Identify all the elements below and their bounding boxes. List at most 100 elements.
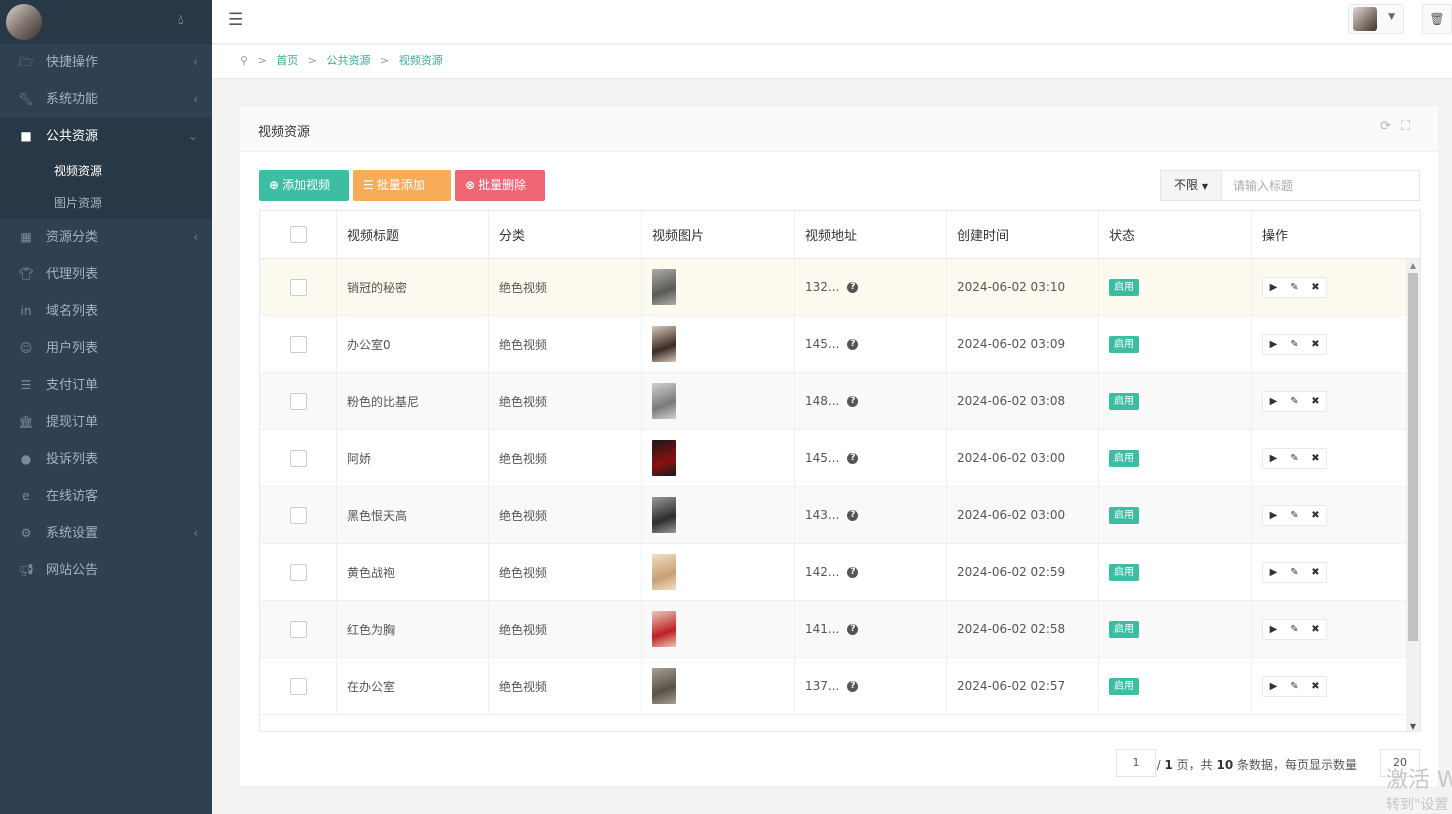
column-header[interactable]: 创建时间 [947, 211, 1099, 258]
delete-icon[interactable]: ✖ [1305, 449, 1326, 468]
edit-icon[interactable]: ✎ [1284, 335, 1305, 354]
row-checkbox[interactable] [289, 392, 307, 410]
row-checkbox[interactable] [289, 278, 307, 296]
sidebar-subitem[interactable]: 图片资源 [0, 187, 212, 219]
play-icon[interactable]: ▶ [1263, 335, 1284, 354]
batch-delete-button[interactable]: ⊗ 批量删除 [455, 170, 545, 201]
play-icon[interactable]: ▶ [1263, 620, 1284, 639]
sidebar-item[interactable]: 👕︎ 代理列表 [0, 256, 212, 293]
row-checkbox[interactable] [289, 449, 307, 467]
column-header[interactable]: 操作 [1252, 211, 1406, 258]
video-thumbnail[interactable] [652, 269, 676, 305]
video-thumbnail[interactable] [652, 440, 676, 476]
table-row[interactable]: 办公室0 绝色视频 145...? 2024-06-02 03:09 启用 ▶ … [260, 316, 1420, 373]
delete-icon[interactable]: ✖ [1305, 620, 1326, 639]
sidebar-subitem[interactable]: 视频资源 [0, 155, 212, 187]
play-icon[interactable]: ▶ [1263, 506, 1284, 525]
video-thumbnail[interactable] [652, 497, 676, 533]
breadcrumb-public-resources[interactable]: 公共资源 [327, 54, 371, 67]
question-circle-icon[interactable]: ? [847, 395, 859, 407]
scroll-down-icon[interactable]: ▼ [1406, 722, 1420, 731]
question-circle-icon[interactable]: ? [847, 281, 859, 293]
batch-add-button[interactable]: ☰ 批量添加 [353, 170, 451, 201]
play-icon[interactable]: ▶ [1263, 677, 1284, 696]
user-avatar[interactable] [6, 4, 42, 40]
table-row[interactable]: 黑色恨天高 绝色视频 143...? 2024-06-02 03:00 启用 ▶… [260, 487, 1420, 544]
delete-icon[interactable]: ✖ [1305, 563, 1326, 582]
play-icon[interactable]: ▶ [1263, 392, 1284, 411]
delete-icon[interactable]: ✖ [1305, 278, 1326, 297]
delete-icon[interactable]: ✖ [1305, 677, 1326, 696]
column-header[interactable]: 分类 [489, 211, 642, 258]
question-circle-icon[interactable]: ? [847, 338, 859, 350]
search-input[interactable] [1222, 171, 1419, 200]
sidebar-item[interactable]: 🗁︎ 快捷操作 ‹ [0, 44, 212, 81]
sidebar-item[interactable]: 🏛︎ 提现订单 [0, 404, 212, 441]
user-menu-button[interactable]: ▼ [1348, 4, 1404, 34]
column-header[interactable]: 视频图片 [642, 211, 795, 258]
sidebar-item[interactable]: ⚙ 系统设置 ‹ [0, 515, 212, 552]
column-header[interactable]: 视频地址 [795, 211, 947, 258]
question-circle-icon[interactable]: ? [847, 623, 859, 635]
trash-icon[interactable]: 🗑︎ [1422, 4, 1452, 34]
row-checkbox[interactable] [289, 620, 307, 638]
column-header[interactable]: 状态 [1099, 211, 1252, 258]
breadcrumb-video-resources[interactable]: 视频资源 [399, 54, 443, 67]
table-row[interactable]: 黄色战袍 绝色视频 142...? 2024-06-02 02:59 启用 ▶ … [260, 544, 1420, 601]
play-icon[interactable]: ▶ [1263, 563, 1284, 582]
table-row[interactable]: 粉色的比基尼 绝色视频 148...? 2024-06-02 03:08 启用 … [260, 373, 1420, 430]
filter-dropdown[interactable]: 不限 ▼ [1161, 171, 1222, 200]
video-thumbnail[interactable] [652, 554, 676, 590]
fullscreen-icon[interactable]: ⛶ [1401, 119, 1420, 134]
delete-icon[interactable]: ✖ [1305, 392, 1326, 411]
row-checkbox[interactable] [289, 677, 307, 695]
delete-icon[interactable]: ✖ [1305, 335, 1326, 354]
drop-icon[interactable]: 💧︎ [178, 12, 184, 28]
question-circle-icon[interactable]: ? [847, 680, 859, 692]
sidebar-item[interactable]: ● 投诉列表 [0, 441, 212, 478]
add-video-button[interactable]: ⊕ 添加视频 [259, 170, 349, 201]
row-checkbox[interactable] [289, 335, 307, 353]
scroll-up-icon[interactable]: ▲ [1406, 261, 1420, 270]
edit-icon[interactable]: ✎ [1284, 563, 1305, 582]
video-thumbnail[interactable] [652, 611, 676, 647]
play-icon[interactable]: ▶ [1263, 278, 1284, 297]
sidebar-item[interactable]: ☰ 支付订单 [0, 367, 212, 404]
menu-toggle-icon[interactable]: ☰ [228, 10, 243, 30]
row-checkbox[interactable] [289, 506, 307, 524]
edit-icon[interactable]: ✎ [1284, 620, 1305, 639]
sidebar-item[interactable]: in 域名列表 [0, 293, 212, 330]
column-header[interactable]: 视频标题 [337, 211, 489, 258]
video-thumbnail[interactable] [652, 668, 676, 704]
video-thumbnail[interactable] [652, 326, 676, 362]
breadcrumb-home[interactable]: 首页 [276, 54, 298, 67]
page-number-input[interactable]: 1 [1116, 749, 1156, 777]
sidebar-item[interactable]: 📢︎ 网站公告 [0, 552, 212, 589]
edit-icon[interactable]: ✎ [1284, 677, 1305, 696]
question-circle-icon[interactable]: ? [847, 566, 859, 578]
sidebar-item[interactable]: ▦ 资源分类 ‹ [0, 219, 212, 256]
delete-icon[interactable]: ✖ [1305, 506, 1326, 525]
select-all-checkbox[interactable] [289, 226, 307, 243]
edit-icon[interactable]: ✎ [1284, 392, 1305, 411]
refresh-icon[interactable]: ⟳ [1380, 119, 1401, 134]
scrollbar-thumb[interactable] [1408, 273, 1418, 641]
edit-icon[interactable]: ✎ [1284, 449, 1305, 468]
play-icon[interactable]: ▶ [1263, 449, 1284, 468]
table-row[interactable]: 阿娇 绝色视频 145...? 2024-06-02 03:00 启用 ▶ ✎ … [260, 430, 1420, 487]
edit-icon[interactable]: ✎ [1284, 278, 1305, 297]
row-checkbox[interactable] [289, 563, 307, 581]
sidebar-item[interactable]: e 在线访客 [0, 478, 212, 515]
table-row[interactable]: 红色为胸 绝色视频 141...? 2024-06-02 02:58 启用 ▶ … [260, 601, 1420, 658]
sidebar-item[interactable]: ☺ 用户列表 [0, 330, 212, 367]
sidebar-item[interactable]: 🔧︎ 系统功能 ‹ [0, 81, 212, 118]
table-row[interactable]: 在办公室 绝色视频 137...? 2024-06-02 02:57 启用 ▶ … [260, 658, 1420, 715]
question-circle-icon[interactable]: ? [847, 452, 859, 464]
video-thumbnail[interactable] [652, 383, 676, 419]
table-scrollbar[interactable]: ▲ ▼ [1406, 259, 1420, 731]
sidebar-item[interactable]: ■ 公共资源 ⌄ [0, 118, 212, 155]
edit-icon[interactable]: ✎ [1284, 506, 1305, 525]
question-circle-icon[interactable]: ? [847, 509, 859, 521]
row-actions: ▶ ✎ ✖ [1262, 504, 1327, 526]
table-row[interactable]: 销冠的秘密 绝色视频 132...? 2024-06-02 03:10 启用 ▶… [260, 259, 1420, 316]
